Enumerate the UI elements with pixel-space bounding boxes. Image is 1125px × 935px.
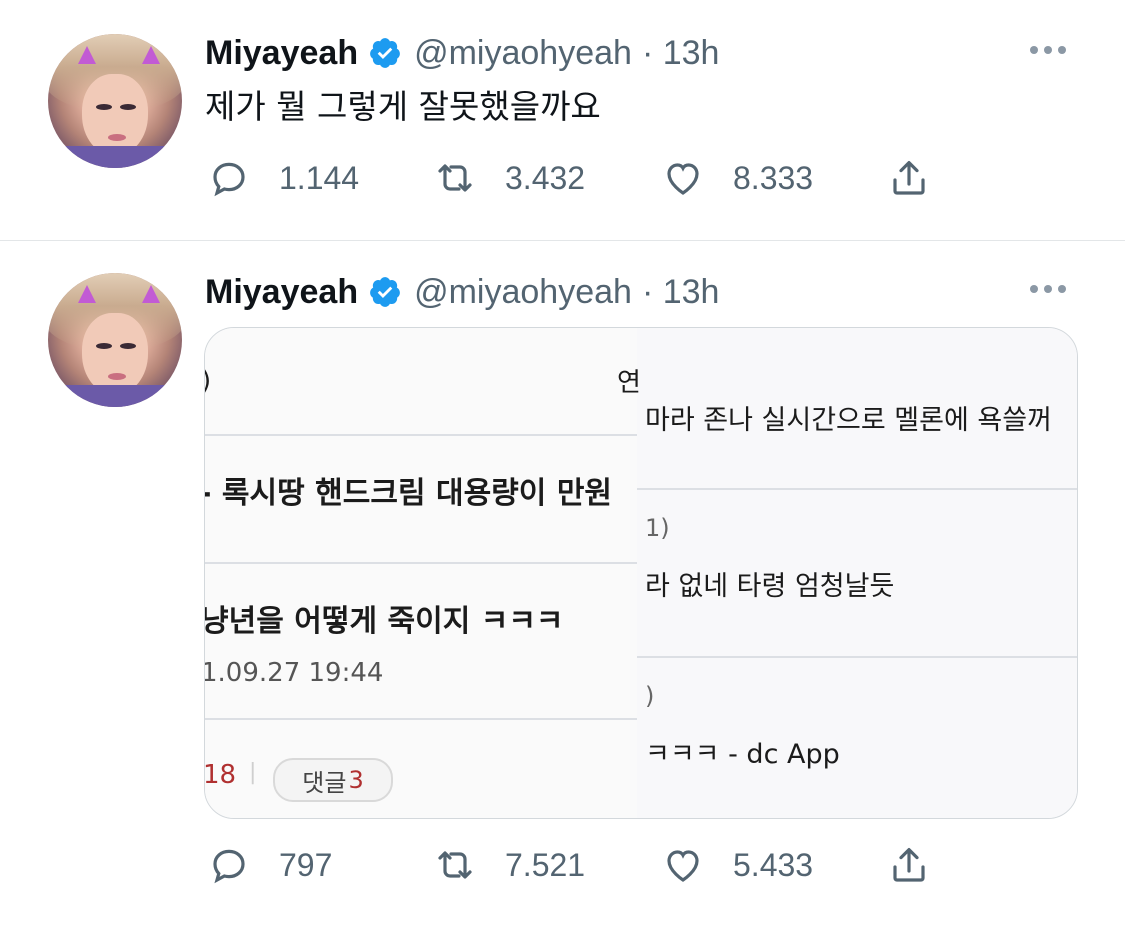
media-text: ) xyxy=(645,682,655,710)
media-text: - 록시땅 핸드크림 대용량이 만원 xyxy=(204,476,613,511)
tweet[interactable]: Miyayeah @miyaohyeah · 13h 제가 뭘 그렇게 잘못했을… xyxy=(0,0,1125,241)
retweet-icon xyxy=(438,164,472,192)
reply-count: 1.144 xyxy=(279,159,360,196)
media-count: 18 xyxy=(204,760,237,790)
avatar[interactable] xyxy=(48,34,182,168)
tweet-actions: 1.144 3.432 8.333 xyxy=(205,154,945,202)
comment-badge: 댓글 3 xyxy=(273,758,393,802)
media-panel-right: 연 마라 존나 실시간으로 멜론에 욕쓸꺼 1) 라 없네 타령 엄청날듯 ) … xyxy=(617,328,1077,818)
reply-button[interactable]: 797 xyxy=(205,841,332,889)
more-icon[interactable] xyxy=(1030,40,1072,60)
share-icon xyxy=(893,161,925,195)
media-text: ) xyxy=(205,366,211,396)
tweet-media-image[interactable]: ) - 록시땅 핸드크림 대용량이 만원 냥년을 어떻게 죽이지 ㅋㅋㅋ 1.0… xyxy=(204,327,1078,819)
media-text: 라 없네 타령 엄청날듯 xyxy=(645,571,895,602)
media-text: 연 xyxy=(617,368,641,398)
author-name[interactable]: Miyayeah xyxy=(205,34,358,73)
share-button[interactable] xyxy=(885,841,933,889)
tweet-text: 제가 뭘 그렇게 잘못했을까요 xyxy=(205,87,601,126)
reply-icon xyxy=(213,162,245,197)
share-button[interactable] xyxy=(885,154,933,202)
tweet[interactable]: Miyayeah @miyaohyeah · 13h ) - 록시땅 핸드크림 … xyxy=(0,241,1125,935)
like-icon xyxy=(667,850,699,882)
media-text: 마라 존나 실시간으로 멜론에 욕쓸꺼 xyxy=(645,405,1052,436)
more-icon[interactable] xyxy=(1030,279,1072,299)
like-button[interactable]: 8.333 xyxy=(659,154,813,202)
like-button[interactable]: 5.433 xyxy=(659,841,813,889)
tweet-header: Miyayeah @miyaohyeah · 13h xyxy=(205,30,719,76)
retweet-button[interactable]: 7.521 xyxy=(431,841,585,889)
reply-button[interactable]: 1.144 xyxy=(205,154,359,202)
verified-badge-icon xyxy=(368,36,402,70)
verified-badge-icon xyxy=(368,275,402,309)
media-text: 냥년을 어떻게 죽이지 ㅋㅋㅋ xyxy=(204,604,564,639)
like-count: 5.433 xyxy=(733,846,814,883)
media-text: ㅋㅋㅋ - dc App xyxy=(645,739,840,770)
retweet-icon xyxy=(438,851,472,879)
tweet-header: Miyayeah @miyaohyeah · 13h xyxy=(205,269,719,315)
retweet-button[interactable]: 3.432 xyxy=(431,154,585,202)
reply-icon xyxy=(213,849,245,884)
tweet-actions: 797 7.521 5.433 xyxy=(205,841,945,889)
timestamp[interactable]: · 13h xyxy=(642,273,720,312)
reply-count: 797 xyxy=(279,846,333,883)
like-icon xyxy=(667,163,699,195)
media-panel-left: ) - 록시땅 핸드크림 대용량이 만원 냥년을 어떻게 죽이지 ㅋㅋㅋ 1.0… xyxy=(205,328,637,818)
media-text: 1) xyxy=(645,514,670,542)
retweet-count: 7.521 xyxy=(505,846,586,883)
author-handle[interactable]: @miyaohyeah xyxy=(414,273,632,312)
share-icon xyxy=(893,848,925,882)
media-date: 1.09.27 19:44 xyxy=(204,658,384,688)
avatar[interactable] xyxy=(48,273,182,407)
like-count: 8.333 xyxy=(733,159,814,196)
timestamp[interactable]: · 13h xyxy=(642,34,720,73)
author-name[interactable]: Miyayeah xyxy=(205,273,358,312)
author-handle[interactable]: @miyaohyeah xyxy=(414,34,632,73)
retweet-count: 3.432 xyxy=(505,159,586,196)
